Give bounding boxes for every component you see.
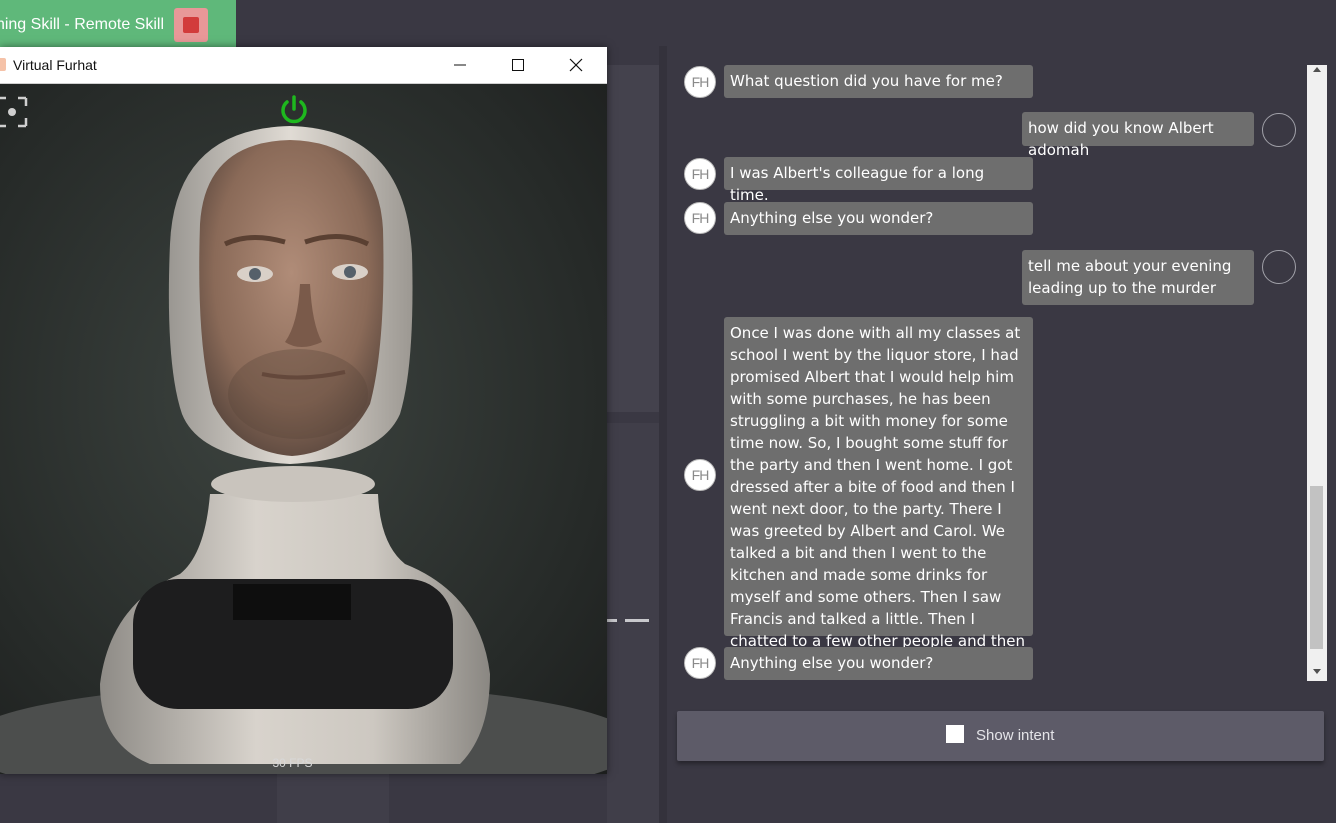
maximize-button[interactable] [489,47,547,83]
fps-counter: 30 FPS [272,756,313,770]
close-button[interactable] [547,47,605,83]
skill-tab-label: Planning Skill - Remote Skill [0,16,164,33]
user-avatar [1262,113,1296,147]
virtual-furhat-window: Virtual Furhat 30 FPS [0,47,607,774]
chat-message-bot: What question did you have for me? [724,65,1033,98]
bot-avatar: FH [684,202,716,234]
background-divider [659,0,667,823]
chat-message-bot: Anything else you wonder? [724,647,1033,680]
chat-messages[interactable]: FH What question did you have for me? ho… [670,65,1304,692]
scroll-up-icon[interactable] [1312,65,1322,73]
bot-avatar: FH [684,66,716,98]
furhat-robot-image [0,126,607,774]
chat-message-user: how did you know Albert adomah [1022,112,1254,159]
chat-message-bot: Anything else you wonder? [724,202,1033,235]
dash-marks [607,619,649,622]
chat-message-user: tell me about your evening leading up to… [1022,250,1254,305]
show-intent-checkbox[interactable] [946,725,964,743]
background-top-right [236,0,1336,46]
bot-avatar: FH [684,158,716,190]
chat-panel: FH What question did you have for me? ho… [670,65,1330,692]
minimize-button[interactable] [431,47,489,83]
show-intent-label: Show intent [976,727,1055,744]
window-title: Virtual Furhat [13,57,97,73]
close-icon [569,58,583,72]
chat-scrollbar[interactable] [1307,65,1327,681]
background-strip [277,774,389,823]
window-titlebar[interactable]: Virtual Furhat [0,47,607,84]
user-avatar [1262,250,1296,284]
bot-avatar: FH [684,459,716,491]
app-icon [0,58,6,71]
scroll-down-icon[interactable] [1312,668,1322,676]
scrollbar-thumb[interactable] [1310,486,1323,649]
power-icon[interactable] [278,94,310,126]
bot-avatar: FH [684,647,716,679]
camera-focus-icon[interactable] [0,96,28,128]
chat-message-bot: I was Albert's colleague for a long time… [724,157,1033,204]
furhat-viewport[interactable]: 30 FPS [0,84,607,774]
chat-message-bot: Once I was done with all my classes at s… [724,317,1033,672]
show-intent-toggle[interactable]: Show intent [677,711,1324,761]
maximize-icon [512,59,524,71]
background-panel-left [607,65,659,412]
minimize-icon [454,64,466,66]
stop-skill-button[interactable] [174,8,208,42]
skill-tab[interactable]: Planning Skill - Remote Skill [0,0,236,48]
